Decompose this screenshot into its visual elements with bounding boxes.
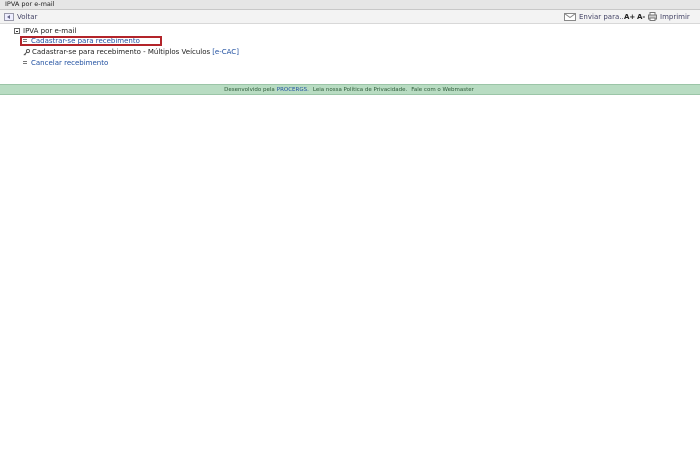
list-bullet-icon <box>23 61 27 65</box>
send-to-label: Enviar para... <box>579 12 626 21</box>
privacy-link[interactable]: Leia nossa Política de Privacidade. <box>313 87 407 93</box>
tree-root-label: IPVA por e-mail <box>23 27 77 35</box>
procergs-link[interactable]: PROCERGS. <box>277 87 309 93</box>
footer: Desenvolvido pela PROCERGS. Leia nossa P… <box>0 84 700 95</box>
font-increase-button[interactable]: A+ <box>624 10 635 23</box>
ecac-tag: [e-CAC] <box>212 48 239 56</box>
back-label: Voltar <box>17 12 38 21</box>
send-to-button[interactable]: Enviar para... <box>564 10 626 23</box>
collapse-icon[interactable] <box>14 28 20 34</box>
tree-item-subscribe-multiple[interactable]: Cadastrar-se para recebimento - Múltiplo… <box>23 48 239 56</box>
toolbar: Voltar Enviar para... A+ A- Imprimir <box>0 10 700 24</box>
tree-root[interactable]: IPVA por e-mail <box>14 27 76 35</box>
tree-item-label: Cadastrar-se para recebimento - Múltiplo… <box>32 48 211 56</box>
print-label: Imprimir <box>660 12 690 21</box>
webmaster-link[interactable]: Fale com o Webmaster <box>411 87 474 93</box>
back-arrow-icon <box>4 12 14 21</box>
print-button[interactable]: Imprimir <box>648 10 690 23</box>
envelope-icon <box>564 12 576 21</box>
printer-icon <box>648 12 657 21</box>
tree-item-label: Cancelar recebimento <box>31 59 109 67</box>
tree-item-cancel[interactable]: Cancelar recebimento <box>23 59 108 67</box>
key-icon <box>23 48 30 56</box>
footer-prefix: Desenvolvido pela <box>224 86 275 93</box>
selection-highlight-box <box>20 36 162 46</box>
window-title: IPVA por e-mail <box>5 0 55 8</box>
font-decrease-button[interactable]: A- <box>637 10 645 23</box>
back-button[interactable]: Voltar <box>4 10 37 23</box>
window-titlebar: IPVA por e-mail <box>0 0 700 10</box>
